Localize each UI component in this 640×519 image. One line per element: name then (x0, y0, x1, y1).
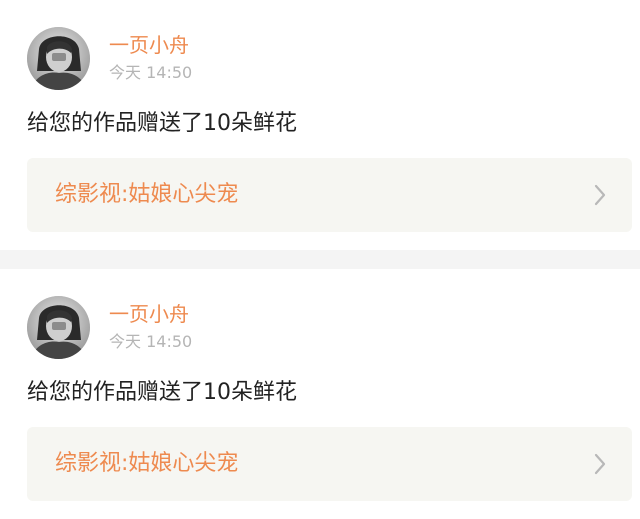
notification-message: 给您的作品赠送了10朵鲜花 (27, 380, 297, 405)
notification-card: 一页小舟 今天 14:50 给您的作品赠送了10朵鲜花 综影视:姑娘心尖宠 (0, 269, 640, 519)
notification-message: 给您的作品赠送了10朵鲜花 (27, 111, 297, 136)
avatar-photo-icon (27, 27, 90, 90)
avatar[interactable] (27, 296, 90, 359)
chevron-right-icon (594, 453, 606, 475)
notification-feed: 一页小舟 今天 14:50 给您的作品赠送了10朵鲜花 综影视:姑娘心尖宠 一页… (0, 0, 640, 519)
work-title: 综影视:姑娘心尖宠 (55, 182, 239, 207)
work-link-card[interactable]: 综影视:姑娘心尖宠 (27, 158, 632, 232)
work-title: 综影视:姑娘心尖宠 (55, 451, 239, 476)
timestamp: 今天 14:50 (109, 63, 193, 82)
username[interactable]: 一页小舟 (109, 301, 189, 327)
work-link-card[interactable]: 综影视:姑娘心尖宠 (27, 427, 632, 501)
username[interactable]: 一页小舟 (109, 32, 189, 58)
chevron-right-icon (594, 184, 606, 206)
avatar-photo-icon (27, 296, 90, 359)
notification-card: 一页小舟 今天 14:50 给您的作品赠送了10朵鲜花 综影视:姑娘心尖宠 (0, 0, 640, 250)
timestamp: 今天 14:50 (109, 332, 193, 351)
section-divider (0, 250, 640, 269)
avatar[interactable] (27, 27, 90, 90)
